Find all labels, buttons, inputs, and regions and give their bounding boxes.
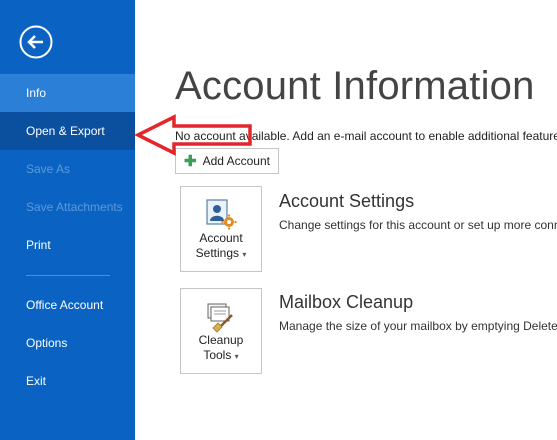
nav-exit[interactable]: Exit — [0, 362, 135, 400]
no-account-message: No account available. Add an e-mail acco… — [175, 129, 557, 143]
nav-office-account[interactable]: Office Account — [0, 286, 135, 324]
cleanup-tools-button[interactable]: Cleanup Tools ▾ — [180, 288, 262, 374]
cleanup-tools-icon — [207, 303, 233, 333]
dropdown-caret-icon: ▾ — [242, 250, 247, 259]
account-settings-label-line1: Account — [199, 231, 243, 245]
nav-open-export[interactable]: Open & Export — [0, 112, 135, 150]
account-settings-description: Change settings for this account or set … — [279, 218, 557, 232]
main-content: Account Information No account available… — [135, 0, 557, 440]
cleanup-tools-label-line2-row: Tools ▾ — [203, 348, 238, 364]
nav-save-attachments[interactable]: Save Attachments — [0, 188, 135, 226]
mailbox-cleanup-description: Manage the size of your mailbox by empty… — [279, 319, 557, 333]
dropdown-caret-icon: ▾ — [234, 352, 239, 361]
mailbox-cleanup-title: Mailbox Cleanup — [279, 292, 414, 312]
account-settings-title: Account Settings — [279, 191, 415, 211]
back-button[interactable] — [18, 24, 54, 60]
plus-icon: ✚ — [184, 152, 197, 170]
nav-separator — [26, 275, 110, 276]
cleanup-tools-label-line2: Tools — [203, 348, 232, 362]
add-account-label: Add Account — [202, 154, 270, 168]
account-settings-button[interactable]: Account Settings ▾ — [180, 186, 262, 272]
nav-print[interactable]: Print — [0, 226, 135, 264]
nav-save-as[interactable]: Save As — [0, 150, 135, 188]
nav-info[interactable]: Info — [0, 74, 135, 112]
cleanup-tools-label-line1: Cleanup — [198, 333, 244, 347]
nav-options[interactable]: Options — [0, 324, 135, 362]
page-title: Account Information — [175, 64, 535, 108]
back-arrow-icon — [19, 25, 53, 59]
account-settings-icon — [206, 199, 237, 230]
account-settings-label-line2: Settings — [195, 246, 239, 260]
account-settings-label-line2-row: Settings ▾ — [196, 246, 247, 262]
add-account-button[interactable]: ✚ Add Account — [175, 148, 279, 174]
backstage-sidebar: Info Open & Export Save As Save Attachme… — [0, 0, 135, 440]
